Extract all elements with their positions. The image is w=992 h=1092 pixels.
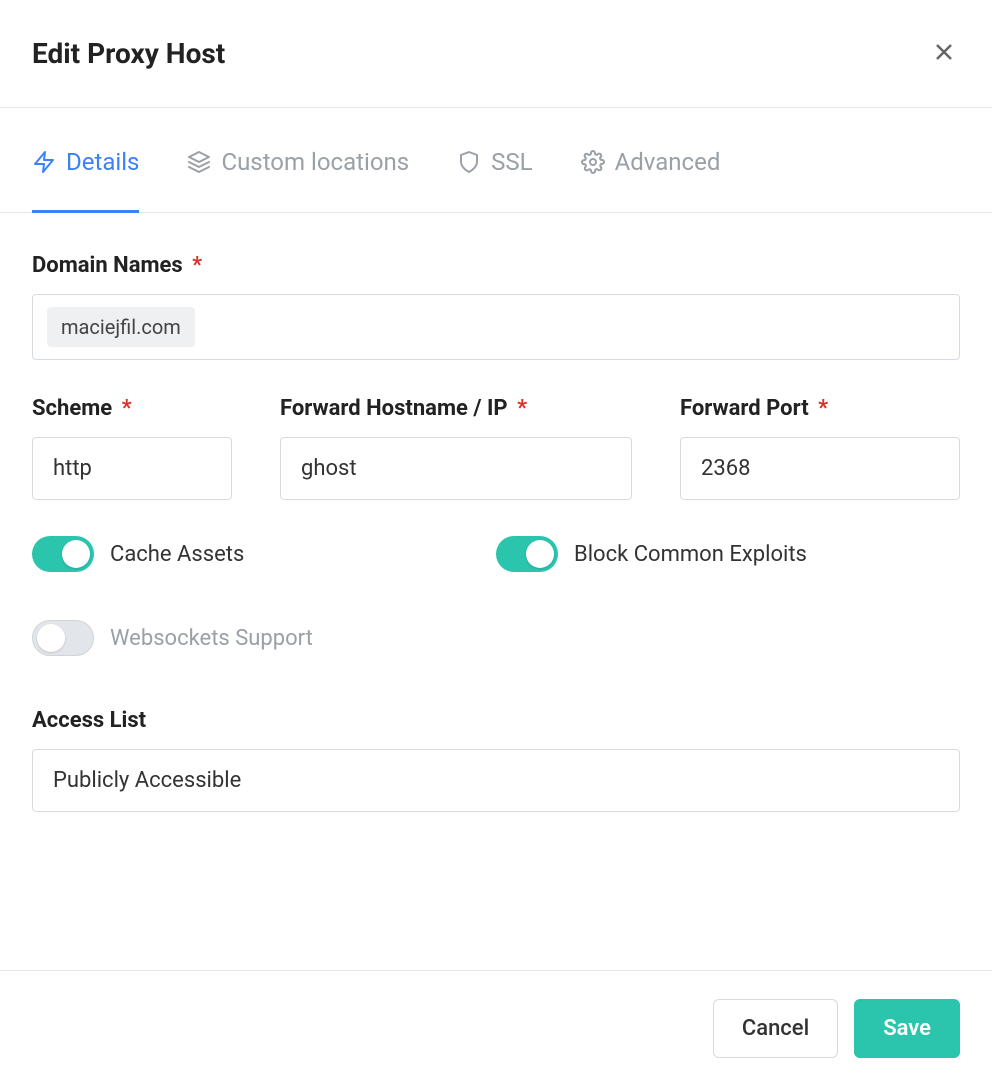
tab-advanced[interactable]: Advanced — [581, 108, 721, 213]
websockets-toggle[interactable] — [32, 620, 94, 656]
websockets-label: Websockets Support — [110, 626, 313, 651]
tab-content-details: Domain Names * maciejfil.com Scheme * ht… — [0, 213, 992, 970]
required-mark: * — [192, 253, 202, 278]
cancel-button[interactable]: Cancel — [713, 999, 838, 1058]
toggle-knob — [526, 540, 554, 568]
domain-names-input[interactable]: maciejfil.com — [32, 294, 960, 360]
forward-host-label: Forward Hostname / IP * — [280, 396, 632, 421]
gear-icon — [581, 150, 605, 174]
required-mark: * — [517, 396, 527, 421]
access-list-select[interactable]: Publicly Accessible — [32, 749, 960, 812]
cache-assets-label: Cache Assets — [110, 542, 244, 567]
required-mark: * — [122, 396, 132, 421]
scheme-select[interactable]: http — [32, 437, 232, 500]
cache-assets-toggle[interactable] — [32, 536, 94, 572]
tab-label: Custom locations — [221, 148, 409, 176]
modal-header: Edit Proxy Host — [0, 0, 992, 108]
tab-label: SSL — [491, 148, 532, 176]
access-list-label: Access List — [32, 708, 960, 733]
tab-details[interactable]: Details — [32, 108, 139, 213]
toggle-knob — [62, 540, 90, 568]
toggles-grid: Cache Assets Block Common Exploits Webso… — [32, 536, 960, 656]
forward-host-input[interactable] — [280, 437, 632, 500]
tab-label: Details — [66, 148, 139, 176]
modal-title: Edit Proxy Host — [32, 37, 225, 70]
close-button[interactable] — [928, 36, 960, 71]
forward-port-label: Forward Port * — [680, 396, 960, 421]
toggle-knob — [37, 624, 65, 652]
scheme-field: Scheme * http — [32, 396, 232, 500]
block-exploits-label: Block Common Exploits — [574, 542, 807, 567]
domain-chip[interactable]: maciejfil.com — [47, 307, 195, 347]
required-mark: * — [818, 396, 828, 421]
block-exploits-row: Block Common Exploits — [496, 536, 960, 572]
close-icon — [932, 40, 956, 67]
cache-assets-row: Cache Assets — [32, 536, 496, 572]
layers-icon — [187, 150, 211, 174]
scheme-label: Scheme * — [32, 396, 232, 421]
save-button[interactable]: Save — [854, 999, 960, 1058]
tab-custom-locations[interactable]: Custom locations — [187, 108, 409, 213]
forward-port-input[interactable] — [680, 437, 960, 500]
websockets-row: Websockets Support — [32, 620, 496, 656]
tab-bar: Details Custom locations SSL Advanced — [0, 108, 992, 213]
tab-label: Advanced — [615, 148, 721, 176]
shield-icon — [457, 150, 481, 174]
modal-footer: Cancel Save — [0, 970, 992, 1092]
access-list-field: Access List Publicly Accessible — [32, 708, 960, 812]
edit-proxy-host-modal: Edit Proxy Host Details Custom locations… — [0, 0, 992, 1092]
lightning-icon — [32, 150, 56, 174]
tab-ssl[interactable]: SSL — [457, 108, 532, 213]
block-exploits-toggle[interactable] — [496, 536, 558, 572]
forward-host-field: Forward Hostname / IP * — [280, 396, 632, 500]
forward-row: Scheme * http Forward Hostname / IP * Fo… — [32, 396, 960, 500]
forward-port-field: Forward Port * — [680, 396, 960, 500]
domain-names-label: Domain Names * — [32, 253, 960, 278]
